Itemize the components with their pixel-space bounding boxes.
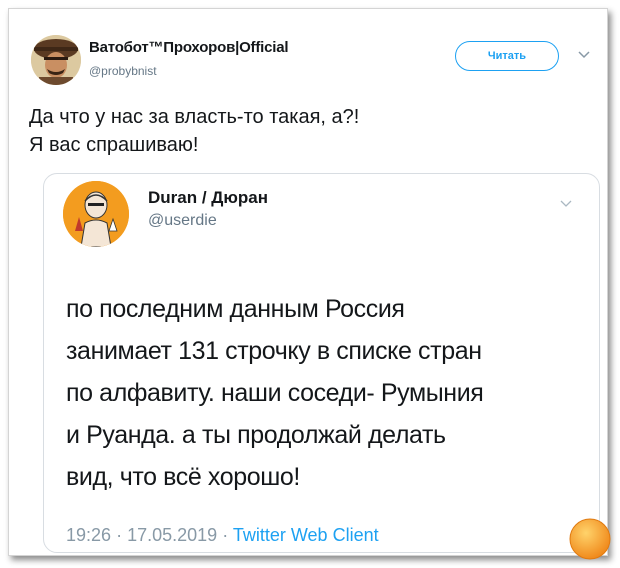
tweet-line: Да что у нас за власть-то такая, а?! [29,106,360,128]
chevron-down-icon[interactable] [559,196,573,210]
follow-button-label: Читать [487,50,527,62]
quoted-text: по последним данным Россия занимает 131 … [66,288,586,498]
quoted-line: и Руанда. а ты продолжай делать [66,421,446,449]
quoted-author-handle[interactable]: @userdie [148,212,217,230]
meta-separator: · [222,525,229,545]
author-avatar[interactable] [31,35,81,85]
author-avatar-image [31,35,81,85]
author-name[interactable]: Ватобот™Прохоров|Official [89,39,289,56]
chevron-down-icon[interactable] [577,47,591,61]
quoted-time[interactable]: 19:26 [66,525,111,545]
quoted-line: по последним данным Россия [66,295,405,323]
tweet-card: Ватобот™Прохоров|Official @probybnist Чи… [8,8,611,560]
meta-separator: · [116,525,123,545]
quoted-line: занимает 131 строчку в списке стран [66,337,482,365]
quoted-meta: 19:26 · 17.05.2019 · Twitter Web Client [66,525,379,546]
quoted-line: по алфавиту. наши соседи- Румыния [66,379,484,407]
quoted-date[interactable]: 17.05.2019 [127,525,217,545]
pika-watermark-logo [569,518,611,560]
quoted-avatar[interactable] [63,181,129,247]
quoted-client-link[interactable]: Twitter Web Client [233,525,379,545]
author-handle[interactable]: @probybnist [89,64,157,78]
tweet-text: Да что у нас за власть-то такая, а?! Я в… [29,103,589,159]
tweet-line: Я вас спрашиваю! [29,134,199,156]
quoted-avatar-image [63,181,129,247]
quoted-author-name[interactable]: Duran / Дюран [148,188,268,208]
follow-button[interactable]: Читать [455,41,559,71]
quoted-tweet[interactable]: Duran / Дюран @userdie по последним данн… [43,173,600,553]
quoted-line: вид, что всё хорошо! [66,463,300,491]
